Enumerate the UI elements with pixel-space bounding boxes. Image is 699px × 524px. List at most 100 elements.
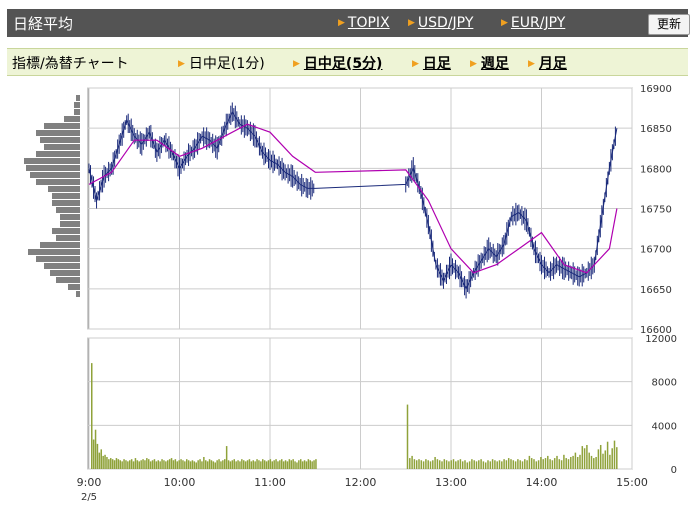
volume-profile-bar [44,144,80,150]
volume-bar [199,459,201,469]
volume-bar [484,462,487,469]
x-tick-label: 11:00 [254,476,286,489]
volume-bar [574,452,577,469]
volume-bar [526,460,528,469]
volume-bar [418,459,420,469]
volume-bar [567,459,570,469]
volume-profile-bar [36,130,80,136]
volume-profile-bar [56,207,80,213]
volume-bar [265,461,268,469]
volume-bar [558,459,561,469]
volume-bar [560,460,563,469]
volume-bar [311,461,313,469]
volume-bar [307,459,310,469]
volume-bar [579,454,581,469]
volume-bar [524,459,526,469]
volume-bar [507,458,510,469]
volume-bar [203,456,205,469]
volume-bar [243,460,245,469]
volume-bar [436,459,439,469]
volume-bar [125,460,127,469]
volume-bar [110,458,112,469]
volume-bar [216,460,218,469]
volume-profile-bar [52,228,80,234]
volume-bar [115,458,118,469]
volume-profile-bar [68,284,80,290]
volume-profile-bar [56,235,80,241]
volume-bar [246,460,249,469]
volume-bar [119,460,121,469]
volume-bar [142,459,144,469]
volume-bar [248,459,251,469]
volume-bar [301,461,304,469]
volume-bar [501,461,503,469]
volume-bar [155,461,158,469]
volume-bar [420,460,423,469]
volume-bar [267,460,270,469]
volume-bar [611,448,613,469]
price-tick-label: 16750 [640,205,672,216]
volume-bar [134,458,137,469]
volume-bar [279,460,281,469]
volume-bar [576,456,579,469]
volume-tick-label: 8000 [652,378,677,389]
volume-bar [547,455,549,469]
volume-bar [273,460,275,469]
volume-bar [282,461,285,469]
price-tick-label: 16700 [640,245,672,256]
volume-bar [201,461,203,469]
volume-bar [129,460,131,469]
volume-bar [461,461,464,469]
volume-bar [452,459,455,469]
volume-bar [415,460,418,469]
volume-tick-label: 4000 [652,421,677,432]
volume-bar [303,460,306,469]
volume-bar [604,450,607,469]
volume-bar [565,458,567,469]
volume-bar [180,459,182,469]
volume-bar [256,459,258,469]
volume-bar [241,459,243,469]
volume-bar [514,461,517,469]
volume-bar [286,461,289,469]
volume-profile-bar [60,214,80,220]
volume-bar [505,460,508,469]
volume-bar [616,447,618,469]
volume-bar [496,461,498,469]
volume-bar [233,459,235,469]
volume-bar [227,460,230,469]
volume-bar [214,462,216,469]
volume-profile-bar [50,270,80,276]
volume-bar [275,459,277,469]
volume-bar [519,460,521,469]
volume-profile-bar [74,109,80,115]
volume-bar [250,461,253,469]
volume-bar [184,461,186,469]
volume-bar [102,455,104,469]
x-tick-label: 14:00 [526,476,558,489]
volume-bar [148,459,150,469]
volume-profile-bar [64,116,80,122]
volume-bar [450,460,452,469]
volume-bar [489,461,492,469]
volume-bar [448,461,450,469]
volume-bar [92,439,95,469]
volume-bar [186,459,188,469]
volume-bar [445,460,448,469]
volume-bar [94,429,97,469]
volume-bar [225,446,228,469]
volume-profile-bar [40,242,80,248]
volume-bar [487,460,489,469]
volume-bar [586,444,588,469]
volume-bar [205,460,207,469]
volume-bar [151,460,154,469]
volume-bar [269,459,272,469]
volume-bar [294,461,296,469]
volume-bar [590,455,593,469]
volume-bar [540,456,542,469]
x-tick-label: 10:00 [164,476,196,489]
volume-bar [193,461,196,469]
volume-bar [208,459,211,469]
volume-bar [239,461,241,469]
volume-bar [144,460,146,469]
